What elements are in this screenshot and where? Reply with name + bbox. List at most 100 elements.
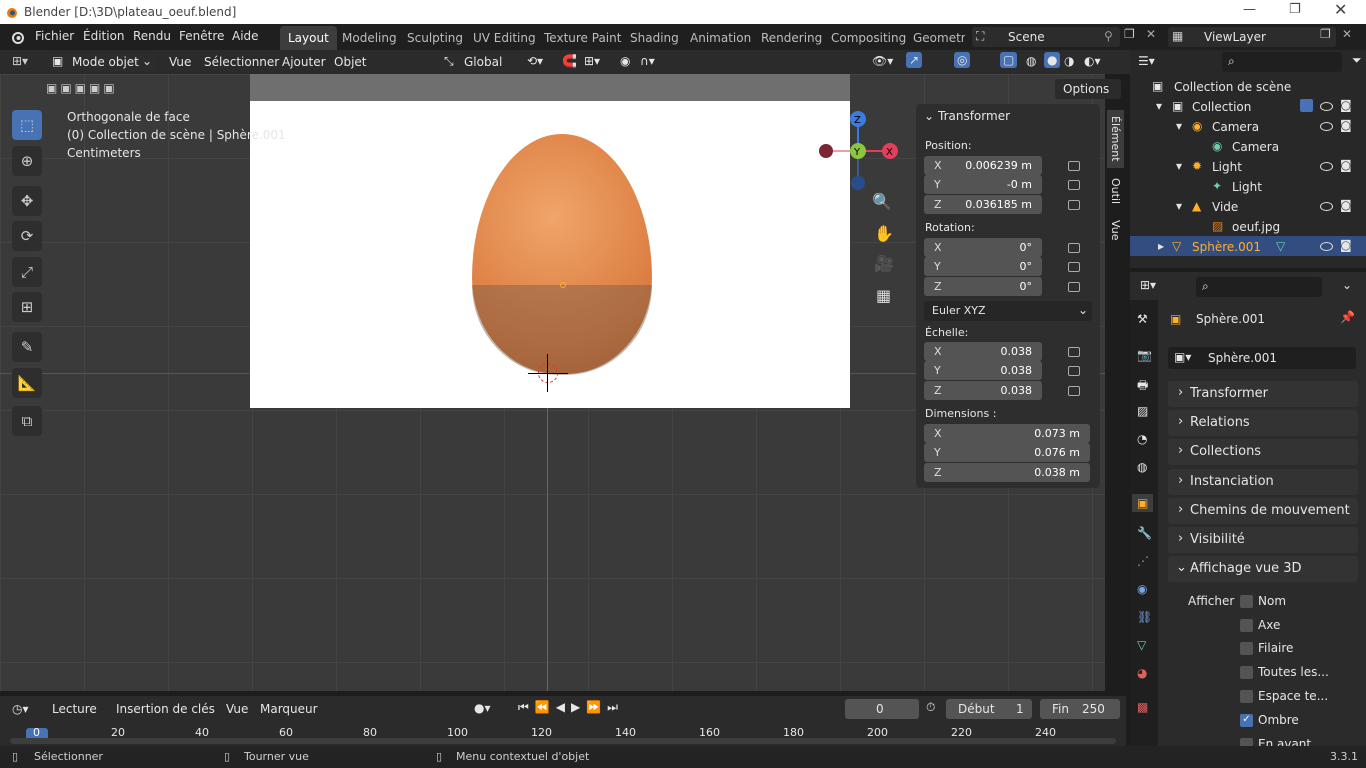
properties-editor-icon[interactable]: ⊞▾ (1140, 278, 1156, 292)
outliner-row[interactable]: ▾ ◉ Camera ◙ (1130, 116, 1366, 136)
rotation-mode-dropdown[interactable]: Euler XYZ ⌄ (924, 301, 1092, 321)
data-tab-icon[interactable]: ▽ (1137, 638, 1146, 652)
chevron-down-icon[interactable]: ⌄ (1342, 278, 1352, 292)
tab-sculpting[interactable]: Sculpting (399, 26, 471, 50)
camera-view-icon[interactable]: 🎥 (874, 254, 894, 273)
editor-type-icon[interactable]: ⊞▾ (12, 54, 28, 68)
outliner-row[interactable]: ▣ Collection de scène (1130, 76, 1366, 96)
section-viewport-display[interactable]: ⌄ Affichage vue 3D (1168, 556, 1358, 582)
dimension-y-field[interactable]: Y 0.076 m (924, 443, 1090, 462)
material-tab-icon[interactable]: ◕ (1137, 666, 1147, 680)
camera-render-icon[interactable]: ◙ (1340, 118, 1352, 132)
lock-icon[interactable] (1068, 366, 1080, 376)
check-ombre[interactable]: ✓ Ombre (1240, 713, 1350, 729)
camera-render-icon[interactable]: ◙ (1340, 198, 1352, 212)
measure-tool-icon[interactable]: 📐 (12, 368, 42, 398)
menu-aide[interactable]: Aide (232, 29, 259, 43)
menu-vue-timeline[interactable]: Vue (226, 702, 248, 716)
outliner-row[interactable]: ▾ ▲ Vide ◙ (1130, 196, 1366, 216)
snap-target-icon[interactable]: ⊞▾ (584, 54, 600, 68)
checkbox-icon[interactable] (1300, 99, 1313, 112)
world-tab-icon[interactable]: ◍ (1137, 460, 1147, 474)
lock-icon[interactable] (1068, 200, 1080, 210)
minimize-icon[interactable]: — (1243, 2, 1256, 17)
snap-icon[interactable]: 🧲 (562, 54, 577, 68)
constraints-tab-icon[interactable]: ⛓ (1137, 610, 1152, 624)
timeline-editor-icon[interactable]: ◷▾ (12, 702, 29, 716)
position-y-field[interactable]: Y -0 m (924, 175, 1042, 194)
blender-menu-icon[interactable] (10, 29, 26, 45)
rotate-tool-icon[interactable]: ⟳ (12, 221, 42, 251)
pivot-icon[interactable]: ⟲▾ (527, 54, 543, 68)
transform-orientation-dropdown[interactable]: ⤡ Global (440, 52, 518, 72)
outliner-editor-icon[interactable]: ☰▾ (1138, 54, 1155, 68)
playback-controls[interactable]: ⏮⏪◀▶⏩⏭ (518, 700, 624, 715)
maximize-icon[interactable]: ❐ (1289, 2, 1301, 17)
lock-icon[interactable] (1068, 282, 1080, 292)
physics-tab-icon[interactable]: ◉ (1137, 582, 1147, 596)
lock-icon[interactable] (1068, 347, 1080, 357)
options-dropdown[interactable]: Options (1055, 79, 1121, 99)
eye-icon[interactable] (1320, 122, 1333, 131)
tab-geometry[interactable]: Geometry (905, 26, 965, 50)
position-x-field[interactable]: X 0.006239 m (924, 156, 1042, 175)
select-mode-icons[interactable]: ▣▣▣▣▣ (46, 81, 118, 95)
solid-shading-icon[interactable]: ● (1044, 52, 1061, 68)
scene-tab-icon[interactable]: ◔ (1137, 432, 1147, 446)
eye-icon[interactable] (1320, 242, 1333, 251)
dimension-x-field[interactable]: X 0.073 m (924, 424, 1090, 443)
menu-marqueur[interactable]: Marqueur (260, 702, 318, 716)
check-axe[interactable]: Axe (1240, 618, 1350, 634)
tab-element[interactable]: Élément (1107, 110, 1124, 168)
navigation-gizmo[interactable]: X Z Y (812, 110, 902, 194)
section-motion-paths[interactable]: › Chemins de mouvement (1168, 498, 1358, 524)
falloff-icon[interactable]: ∩▾ (640, 54, 655, 68)
scale-y-field[interactable]: Y 0.038 (924, 361, 1042, 380)
clock-icon[interactable]: ⏱ (926, 700, 935, 715)
tab-texture-paint[interactable]: Texture Paint (536, 26, 629, 50)
mode-dropdown[interactable]: ▣ Mode objet ⌄ (48, 52, 156, 72)
start-frame-field[interactable]: Début 1 (946, 699, 1032, 719)
check-nom[interactable]: Nom (1240, 594, 1350, 610)
new-scene-icon[interactable]: ❐ (1124, 27, 1135, 41)
chevron-down-icon[interactable]: ⌄ (924, 109, 934, 123)
tab-animation[interactable]: Animation (682, 26, 759, 50)
object-tab-icon[interactable]: ▣ (1132, 494, 1154, 512)
outliner-row[interactable]: ◉ Camera (1130, 136, 1366, 156)
outliner-row[interactable]: ▾ ▣ Collection ◙ (1130, 96, 1366, 116)
cursor-tool-icon[interactable]: ⊕ (12, 146, 42, 176)
view-layer-tab-icon[interactable]: ▨ (1137, 404, 1148, 418)
menu-fenetre[interactable]: Fenêtre (179, 29, 224, 43)
view-layer-selector[interactable]: ▦ ViewLayer (1168, 27, 1336, 47)
section-visibility[interactable]: › Visibilité (1168, 527, 1358, 553)
object-name-field[interactable]: ▣▾ Sphère.001 (1168, 347, 1356, 369)
menu-rendu[interactable]: Rendu (133, 29, 171, 43)
outliner-row[interactable]: ▾ ✹ Light ◙ (1130, 156, 1366, 176)
position-z-field[interactable]: Z 0.036185 m (924, 195, 1042, 214)
section-collections[interactable]: › Collections (1168, 439, 1358, 465)
camera-render-icon[interactable]: ◙ (1340, 98, 1352, 112)
record-icon[interactable]: ●▾ (474, 701, 491, 715)
new-view-layer-icon[interactable]: ❐ (1320, 27, 1331, 41)
modifier-tab-icon[interactable]: 🔧 (1137, 526, 1152, 540)
move-tool-icon[interactable]: ✥ (12, 186, 42, 216)
outliner-row[interactable]: ✦ Light (1130, 176, 1366, 196)
sphere-object[interactable] (472, 285, 652, 375)
lock-icon[interactable] (1068, 386, 1080, 396)
timeline-scrollbar[interactable] (10, 738, 1116, 744)
filter-icon[interactable]: ⏷ (1352, 53, 1362, 68)
tool-tab-icon[interactable]: ⚒ (1137, 312, 1148, 326)
section-transformer[interactable]: › Transformer (1168, 381, 1358, 407)
menu-lecture[interactable]: Lecture (52, 702, 97, 716)
overlay-icon[interactable]: ◎ (954, 52, 971, 68)
menu-objet[interactable]: Objet (334, 55, 366, 69)
check-toutes-les[interactable]: Toutes les... (1240, 665, 1350, 681)
tab-uv-editing[interactable]: UV Editing (465, 26, 544, 50)
outliner-row-selected[interactable]: ▸ ▽ Sphère.001 ▽ ◙ (1130, 236, 1366, 256)
lock-icon[interactable] (1068, 180, 1080, 190)
material-shading-icon[interactable]: ◑ (1064, 54, 1074, 68)
select-box-tool-icon[interactable]: ⬚ (12, 110, 42, 140)
camera-render-icon[interactable]: ◙ (1340, 158, 1352, 172)
scale-x-field[interactable]: X 0.038 (924, 342, 1042, 361)
lock-icon[interactable] (1068, 262, 1080, 272)
